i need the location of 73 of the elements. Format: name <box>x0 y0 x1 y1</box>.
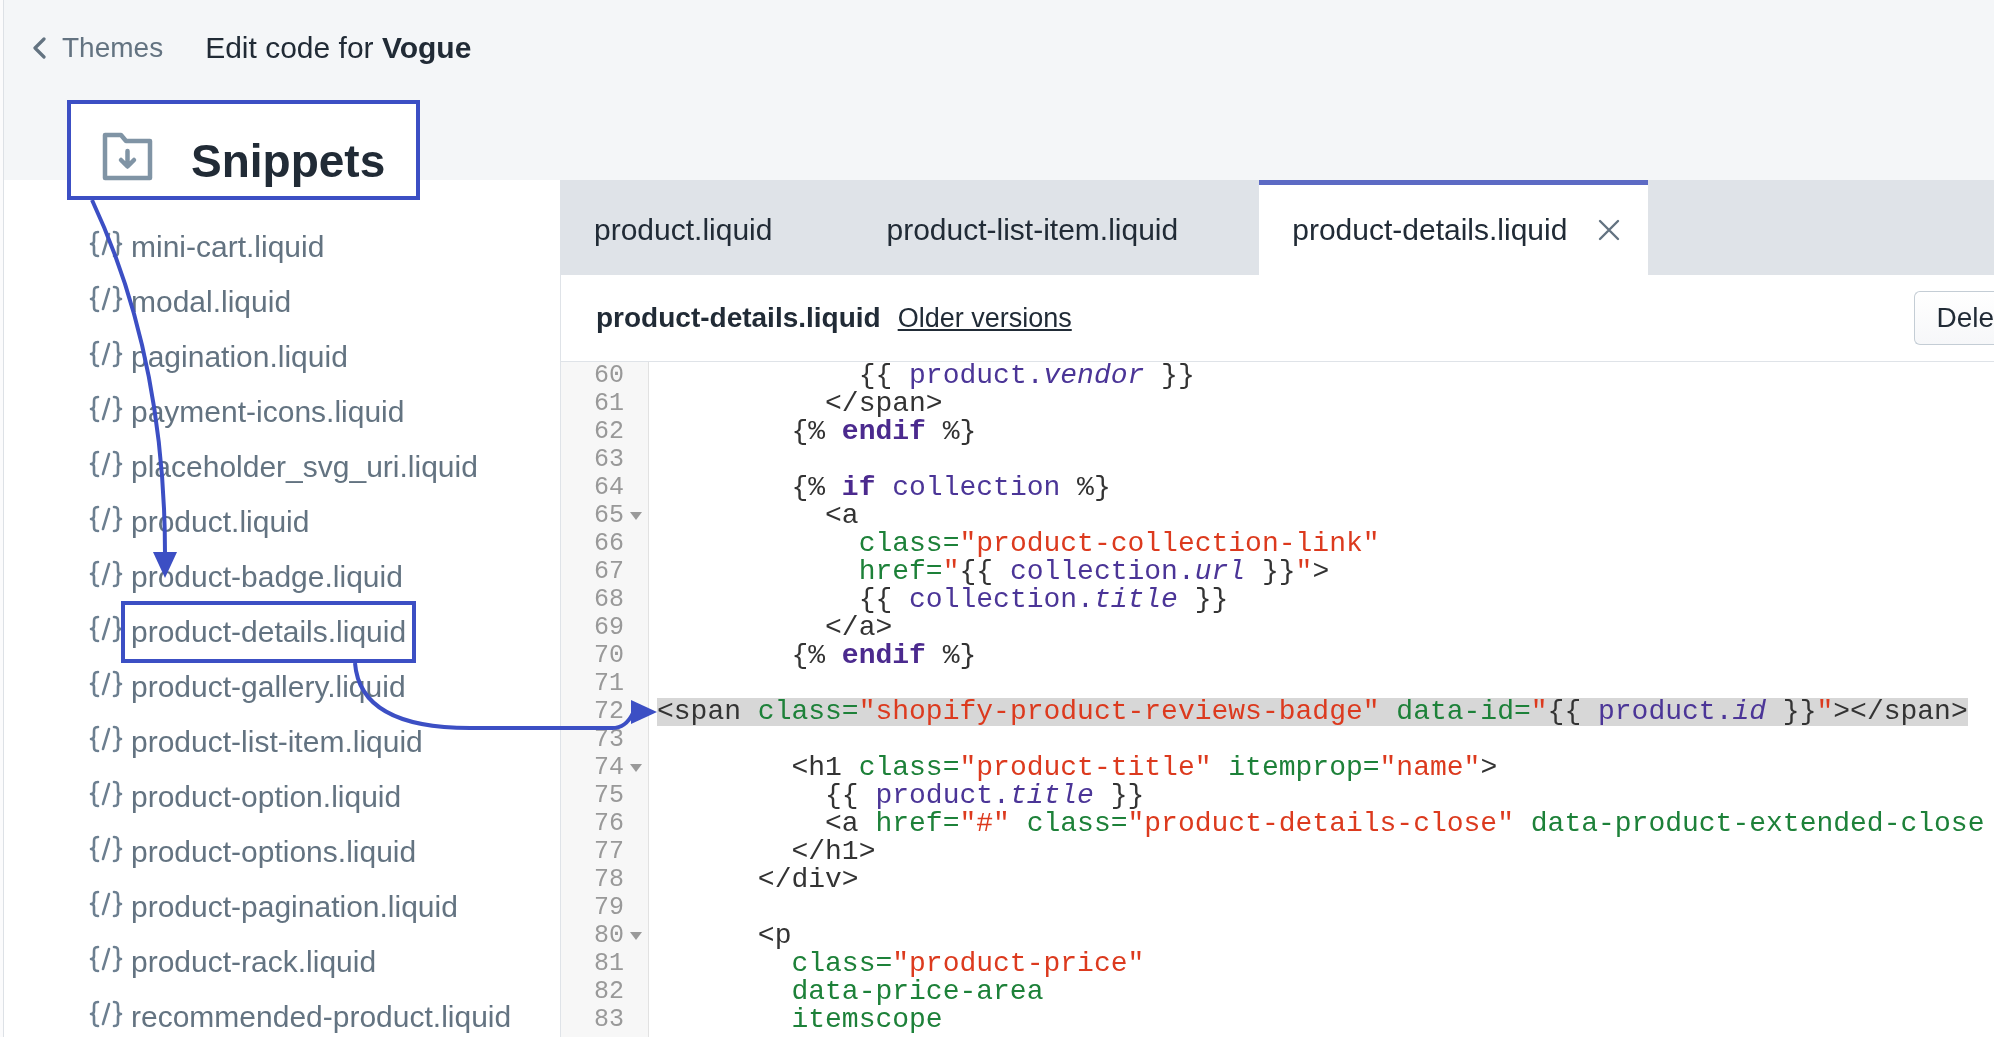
code-icon <box>89 998 123 1029</box>
file-tab[interactable]: product-details.liquid <box>1259 180 1649 275</box>
line-number: 77 <box>594 838 624 866</box>
code-line: <a <box>825 502 859 530</box>
delete-button[interactable]: Dele <box>1914 291 1994 345</box>
code-line: {% endif %} <box>791 418 977 446</box>
file-tab[interactable]: product.liquid <box>561 180 854 275</box>
code-icon <box>89 503 123 534</box>
code-line: class="product-collection-link" <box>858 530 1380 558</box>
line-number: 79 <box>594 894 624 922</box>
code-icon <box>89 338 123 369</box>
file-tab[interactable]: product-list-item.liquid <box>853 180 1260 275</box>
line-number: 75 <box>594 782 624 810</box>
line-number: 78 <box>594 866 624 894</box>
line-number: 63 <box>594 446 624 474</box>
code-line: itemscope <box>791 1006 943 1034</box>
line-number: 62 <box>594 418 624 446</box>
code-line: <h1 class="product-title" itemprop="name"> <box>791 754 1498 782</box>
code-icon <box>89 723 123 754</box>
back-link[interactable]: Themes <box>32 32 164 64</box>
code-line: class="product-price" <box>791 950 1145 978</box>
code-icon <box>89 613 123 644</box>
section-title: Snippets <box>191 134 386 188</box>
line-number: 81 <box>594 950 624 978</box>
code-icon <box>89 888 123 919</box>
line-number: 64 <box>594 474 624 502</box>
older-versions-link[interactable]: Older versions <box>897 302 1072 334</box>
code-icon <box>89 943 123 974</box>
line-number: 69 <box>594 614 624 642</box>
code-icon <box>89 558 123 589</box>
code-line: </span> <box>825 390 943 418</box>
page-title: Edit code for Vogue <box>205 31 472 65</box>
line-number: 60 <box>594 362 624 390</box>
file-title: product-details.liquid <box>596 302 881 334</box>
code-line: data-price-area <box>791 978 1044 1006</box>
code-icon <box>89 778 123 809</box>
code-line: {{ product.vendor }} <box>858 362 1195 390</box>
line-number: 74 <box>594 754 624 782</box>
code-line: </div> <box>757 866 859 894</box>
code-line: {{ collection.title }} <box>858 586 1229 614</box>
line-number: 71 <box>594 670 624 698</box>
caret-down-icon[interactable] <box>630 764 642 772</box>
code-icon <box>89 448 123 479</box>
line-number: 61 <box>594 390 624 418</box>
file-link[interactable]: product-details.liquid <box>121 600 417 663</box>
line-number: 80 <box>594 922 624 950</box>
chevron-left-icon <box>32 37 47 59</box>
code-icon <box>89 283 123 314</box>
code-line: </a> <box>825 614 893 642</box>
folder-download-icon <box>102 131 153 181</box>
code-line: </h1> <box>791 838 876 866</box>
caret-down-icon[interactable] <box>630 512 642 520</box>
code-icon <box>89 668 123 699</box>
code-icon <box>89 228 123 259</box>
line-number: 72 <box>594 698 624 726</box>
line-number: 68 <box>594 586 624 614</box>
code-line: {{ product.title }} <box>825 782 1145 810</box>
code-line: <p <box>757 922 792 950</box>
line-number: 67 <box>594 558 624 586</box>
code-line: {% endif %} <box>791 642 977 670</box>
close-icon[interactable] <box>1598 219 1621 241</box>
caret-down-icon[interactable] <box>630 932 642 940</box>
line-number: 82 <box>594 978 624 1006</box>
line-number: 65 <box>594 502 624 530</box>
line-number: 83 <box>594 1006 624 1034</box>
code-line: <a href="#" class="product-details-close" data-product-extended-close <box>825 810 1985 838</box>
line-number: 70 <box>594 642 624 670</box>
code-line: href="{{ collection.url }}"> <box>858 558 1330 586</box>
code-icon <box>89 393 123 424</box>
line-number: 66 <box>594 530 624 558</box>
code-icon <box>89 833 123 864</box>
code-line: {% if collection %} <box>791 474 1111 502</box>
line-number: 76 <box>594 810 624 838</box>
